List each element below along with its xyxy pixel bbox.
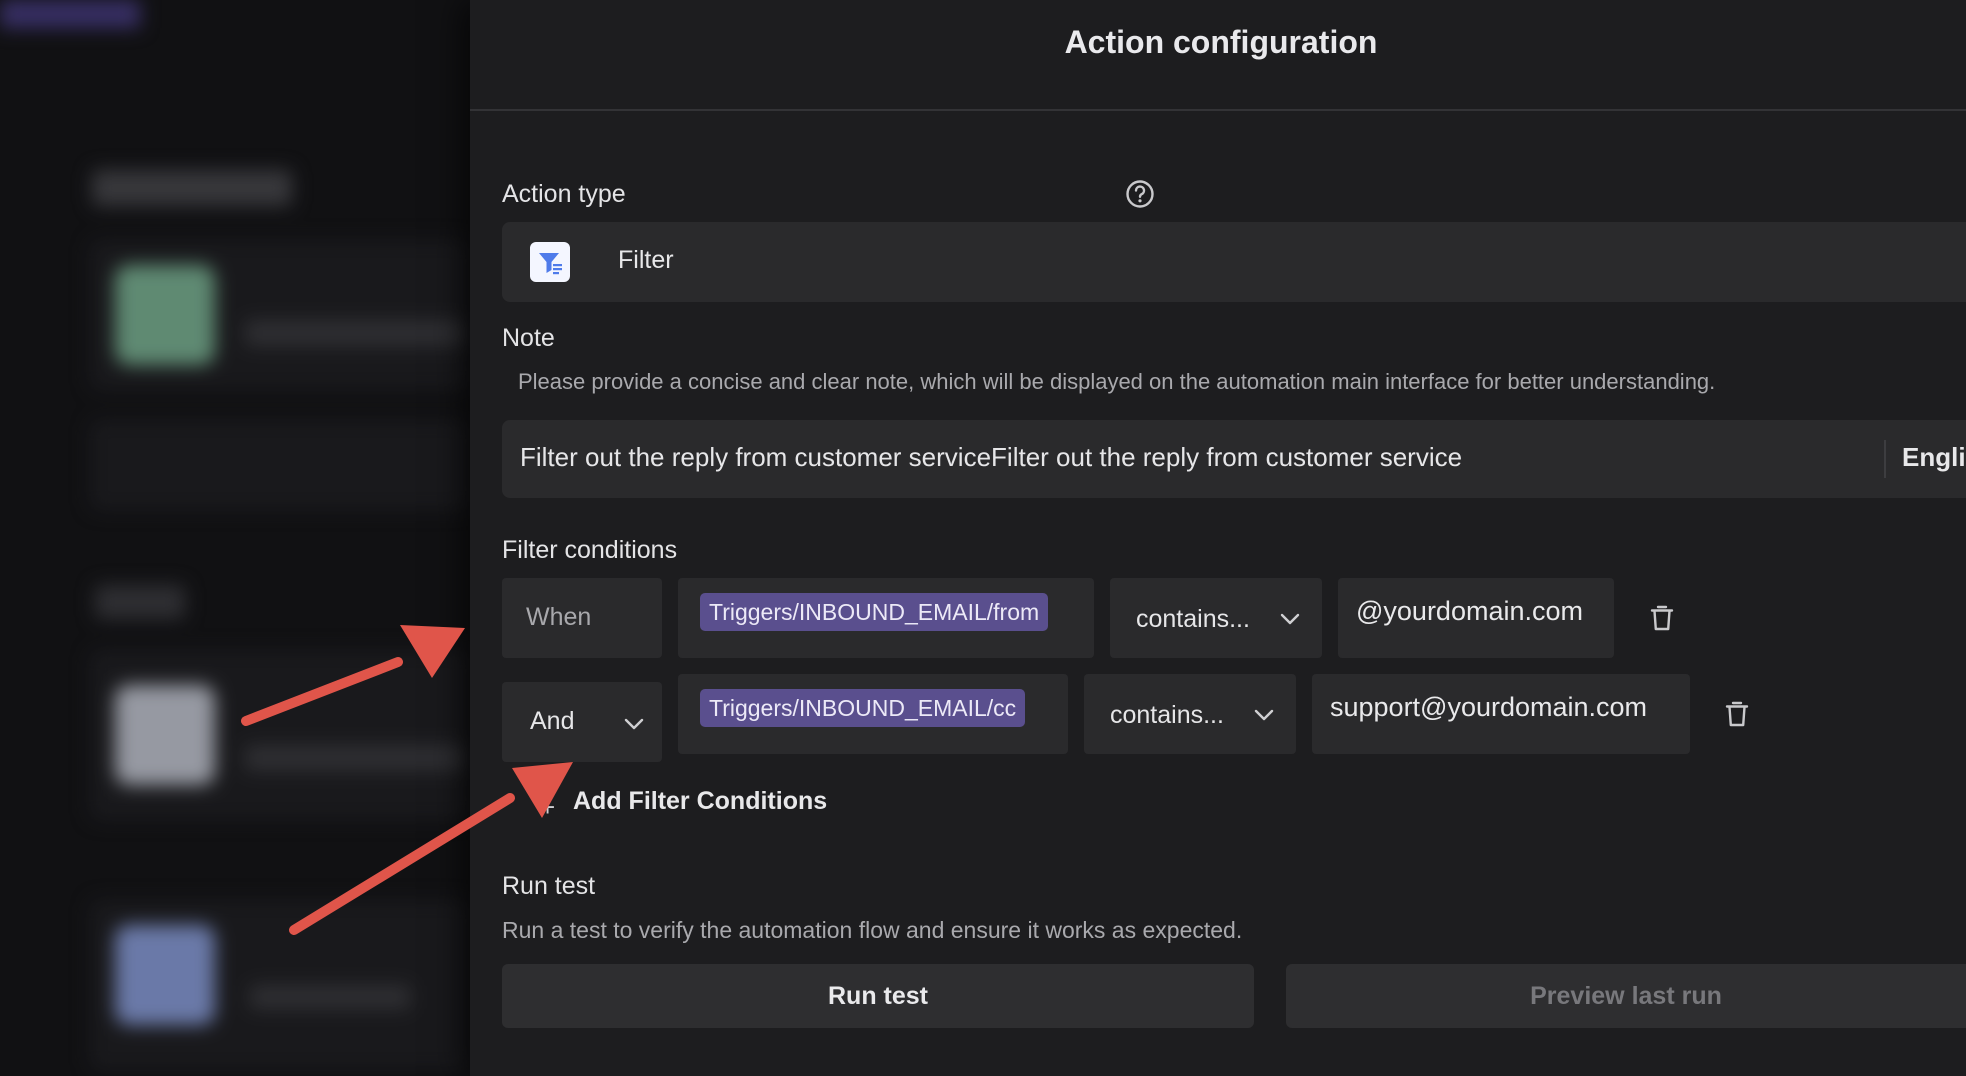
chevron-down-icon bbox=[1254, 709, 1274, 721]
action-configuration-panel: Action configuration Action type Filter … bbox=[470, 0, 1966, 1076]
preview-last-run-button[interactable]: Preview last run bbox=[1286, 964, 1966, 1028]
language-divider bbox=[1884, 440, 1886, 478]
trash-icon[interactable] bbox=[1725, 700, 1749, 728]
condition-connector-select[interactable]: And bbox=[502, 682, 662, 762]
condition-connector-when: When bbox=[502, 578, 662, 658]
variable-chip[interactable]: Triggers/INBOUND_EMAIL/cc bbox=[700, 689, 1026, 727]
condition-value: support@yourdomain.com bbox=[1330, 692, 1648, 722]
action-type-value: Filter bbox=[618, 246, 674, 274]
note-input-value: Filter out the reply from customer servi… bbox=[520, 442, 1463, 472]
condition-variable-field[interactable]: Triggers/INBOUND_EMAIL/cc bbox=[678, 674, 1068, 754]
background-app bbox=[0, 0, 470, 1076]
run-test-label: Run test bbox=[502, 872, 596, 900]
connector-label: And bbox=[530, 707, 575, 735]
filter-icon bbox=[530, 242, 570, 282]
note-label: Note bbox=[502, 324, 555, 352]
action-type-label: Action type bbox=[502, 180, 626, 208]
trash-icon[interactable] bbox=[1650, 604, 1674, 632]
condition-variable-field[interactable]: Triggers/INBOUND_EMAIL/from bbox=[678, 578, 1094, 658]
condition-value-input[interactable]: support@yourdomain.com bbox=[1312, 674, 1690, 754]
filter-conditions-label: Filter conditions bbox=[502, 536, 678, 564]
language-selector[interactable]: English bbox=[1902, 442, 1966, 473]
operator-value: contains... bbox=[1136, 605, 1250, 633]
chevron-down-icon bbox=[1280, 613, 1300, 625]
operator-value: contains... bbox=[1110, 701, 1224, 729]
note-description: Please provide a concise and clear note,… bbox=[518, 369, 1716, 394]
question-circle-icon[interactable] bbox=[1125, 179, 1155, 209]
add-filter-conditions-button[interactable]: Add Filter Conditions bbox=[573, 787, 827, 816]
condition-operator-select[interactable]: contains... bbox=[1084, 674, 1296, 754]
condition-value-input[interactable]: @yourdomain.com bbox=[1338, 578, 1614, 658]
condition-operator-select[interactable]: contains... bbox=[1110, 578, 1322, 658]
plus-icon[interactable]: + bbox=[540, 792, 555, 823]
panel-header: Action configuration bbox=[470, 0, 1966, 111]
note-input[interactable]: Filter out the reply from customer servi… bbox=[502, 420, 1966, 498]
background-overlay bbox=[0, 0, 470, 1076]
connector-label: When bbox=[526, 603, 592, 631]
condition-value: @yourdomain.com bbox=[1356, 596, 1583, 626]
action-type-select[interactable]: Filter bbox=[502, 222, 1966, 302]
run-test-description: Run a test to verify the automation flow… bbox=[502, 917, 1243, 943]
variable-chip[interactable]: Triggers/INBOUND_EMAIL/from bbox=[700, 593, 1049, 631]
run-test-button[interactable]: Run test bbox=[502, 964, 1254, 1028]
page-title: Action configuration bbox=[1064, 24, 1378, 60]
chevron-down-icon bbox=[624, 718, 644, 730]
